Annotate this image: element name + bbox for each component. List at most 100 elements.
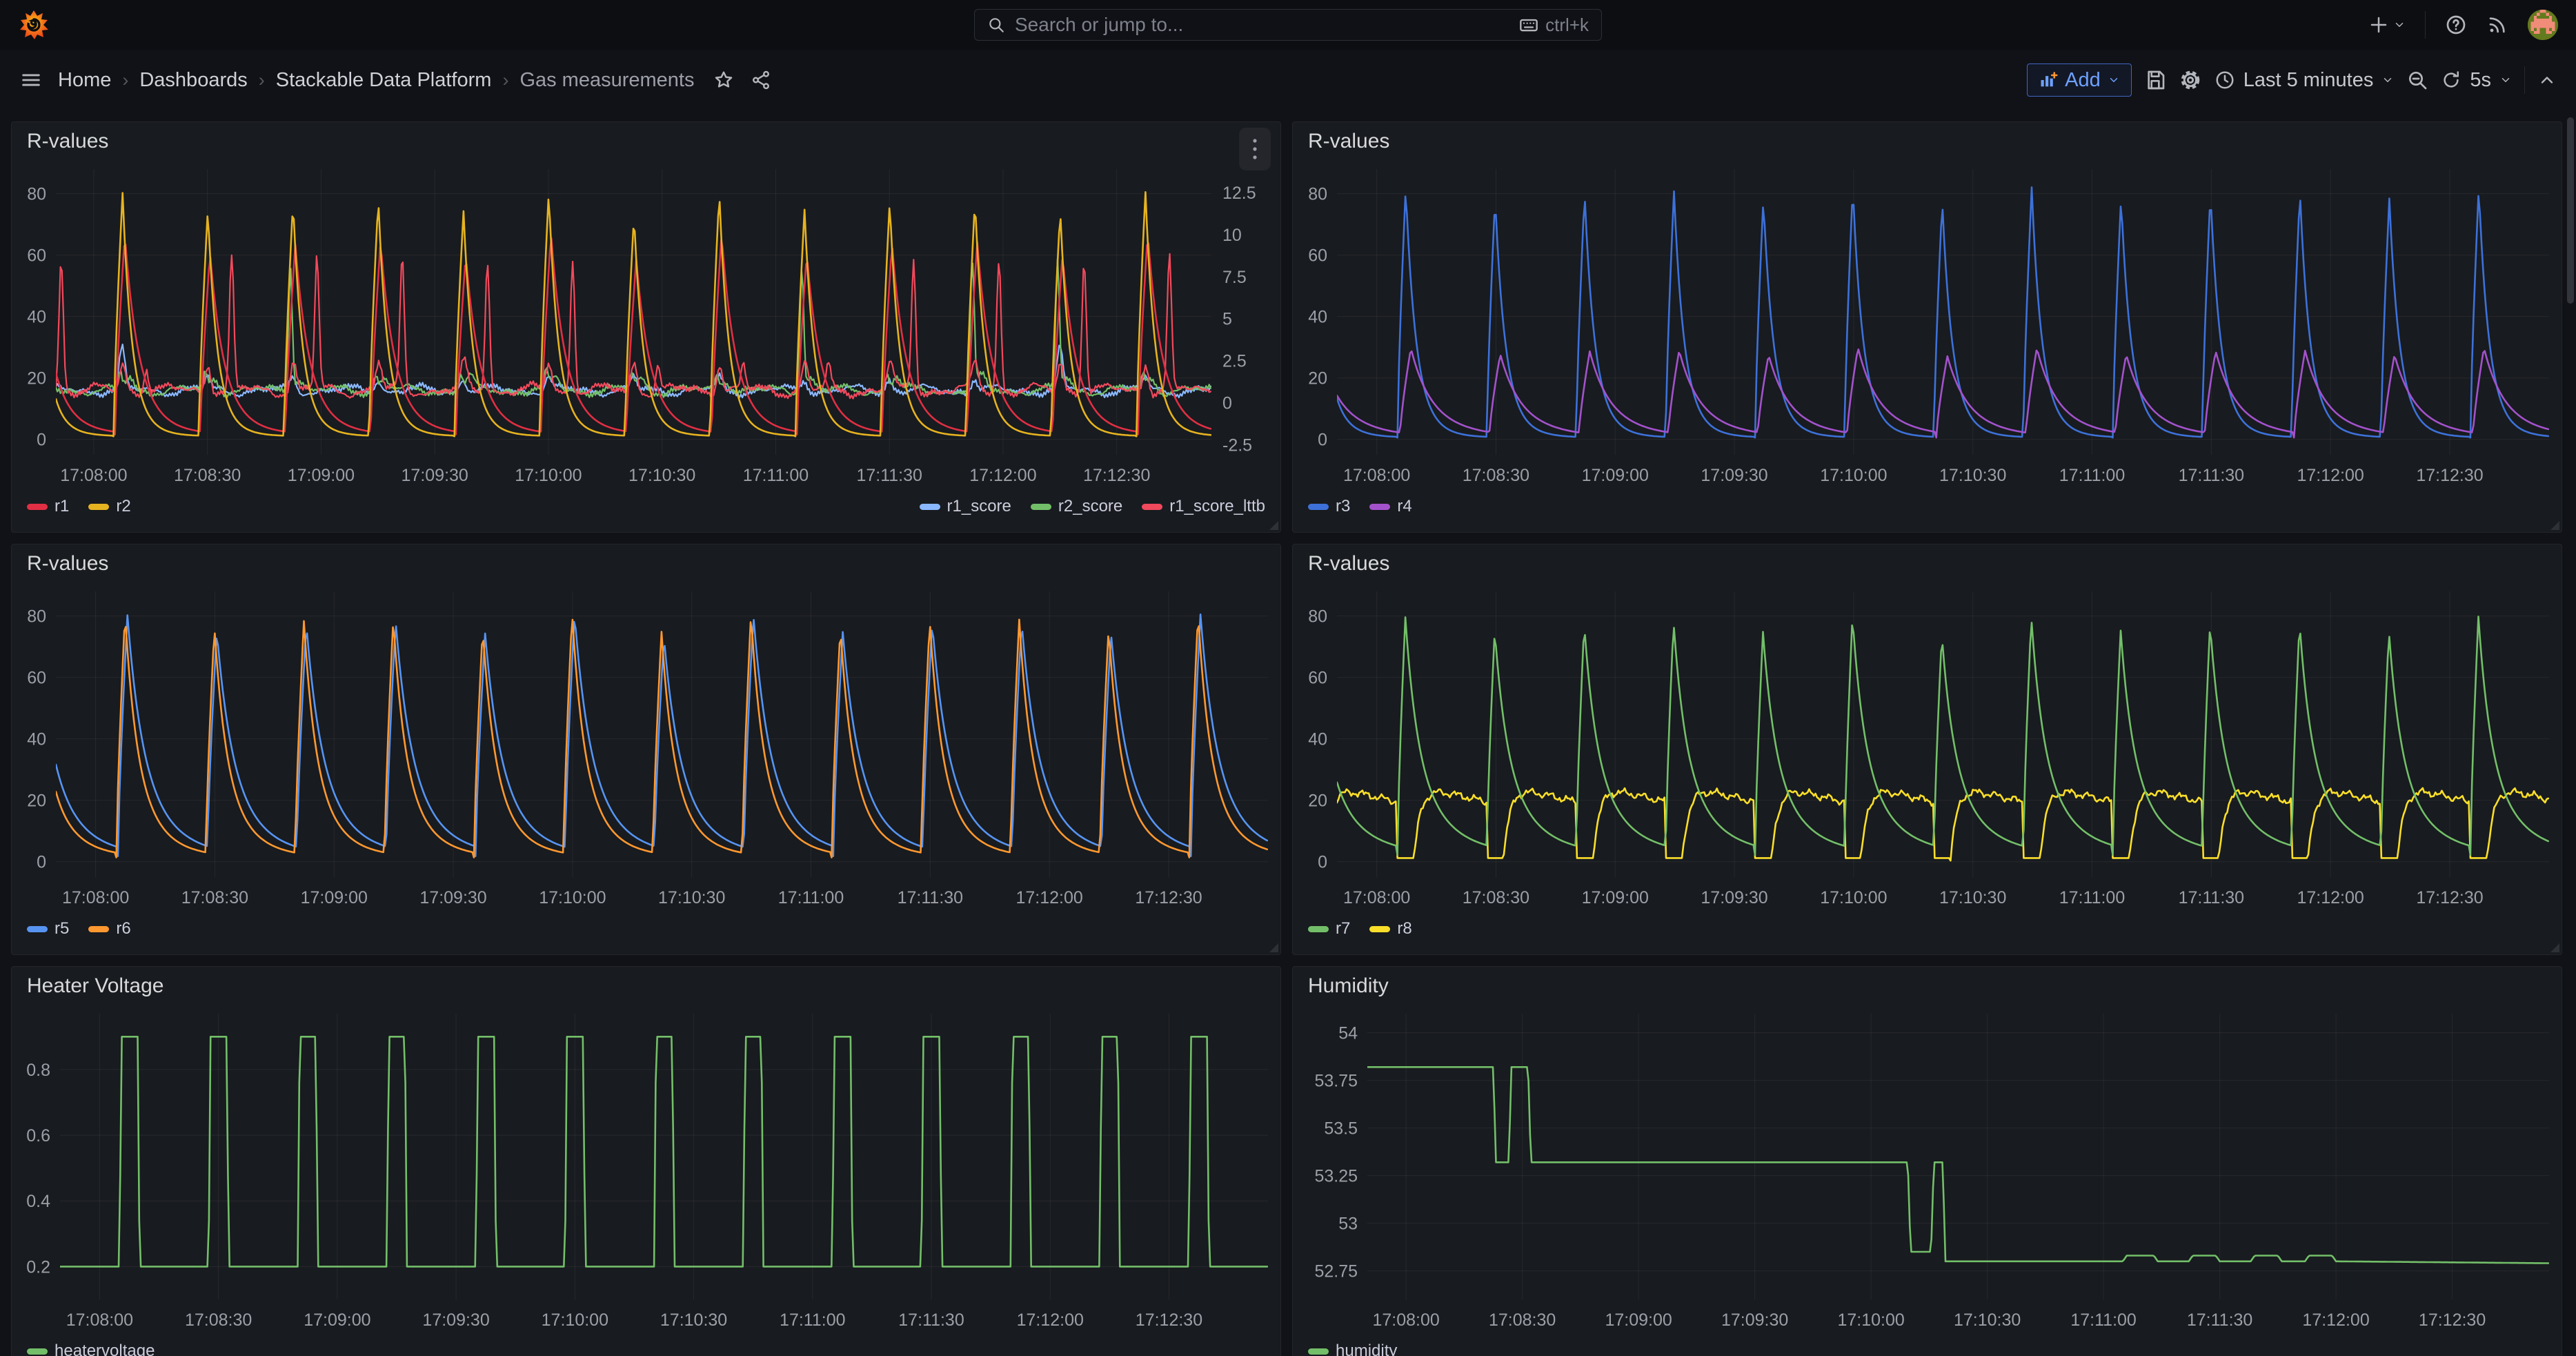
legend-item-r7[interactable]: r7 [1308, 919, 1350, 939]
svg-text:20: 20 [27, 369, 46, 389]
panel-header[interactable]: R-values [12, 544, 1280, 583]
svg-text:53.75: 53.75 [1314, 1072, 1358, 1091]
refresh-picker[interactable]: 5s [2441, 69, 2512, 92]
svg-text:17:08:30: 17:08:30 [174, 466, 241, 485]
search-input[interactable]: Search or jump to... ctrl+k [974, 9, 1602, 41]
dashboard-settings-button[interactable] [2179, 68, 2202, 92]
panel-header[interactable]: R-values [1293, 544, 2562, 583]
user-avatar[interactable] [2528, 10, 2558, 40]
legend-item-r6[interactable]: r6 [88, 919, 130, 939]
breadcrumb-separator: › [502, 70, 508, 91]
svg-text:0.4: 0.4 [26, 1192, 50, 1211]
svg-text:17:09:00: 17:09:00 [304, 1310, 370, 1330]
legend-swatch [27, 926, 48, 932]
svg-text:17:12:00: 17:12:00 [969, 466, 1036, 485]
svg-text:60: 60 [27, 246, 46, 266]
svg-text:54: 54 [1338, 1024, 1358, 1043]
legend-item-r4[interactable]: r4 [1369, 497, 1411, 516]
favorite-button[interactable] [713, 70, 734, 90]
save-dashboard-button[interactable] [2144, 69, 2166, 91]
legend-label: r2_score [1058, 497, 1122, 516]
svg-text:17:10:30: 17:10:30 [1939, 888, 2006, 907]
clock-icon [2215, 70, 2235, 90]
breadcrumb-home[interactable]: Home [58, 69, 111, 92]
panel-r-values-4: R-values 02040608017:08:0017:08:3017:09:… [1292, 544, 2562, 955]
timeseries-chart[interactable]: 02040608017:08:0017:08:3017:09:0017:09:3… [1293, 583, 2562, 912]
legend-item-r2[interactable]: r2 [88, 497, 130, 516]
chevron-down-icon [2108, 74, 2120, 86]
timeseries-chart[interactable]: 5453.7553.553.255352.7517:08:0017:08:301… [1293, 1005, 2562, 1334]
legend-item-r5[interactable]: r5 [27, 919, 69, 939]
share-button[interactable] [751, 70, 771, 90]
panel-header[interactable]: R-values [1293, 122, 2562, 161]
svg-text:17:10:00: 17:10:00 [542, 1310, 608, 1330]
svg-text:60: 60 [1308, 669, 1327, 688]
breadcrumb-dashboards[interactable]: Dashboards [139, 69, 247, 92]
breadcrumb: Home › Dashboards › Stackable Data Platf… [58, 69, 694, 92]
menu-toggle[interactable] [19, 68, 43, 92]
svg-text:80: 80 [27, 607, 46, 627]
svg-text:0: 0 [37, 431, 46, 450]
legend-label: heatervoltage [55, 1342, 155, 1356]
panel-header[interactable]: Heater Voltage [12, 967, 1280, 1005]
time-range-picker[interactable]: Last 5 minutes [2215, 69, 2395, 92]
panel-header[interactable]: Humidity [1293, 967, 2562, 1005]
legend-label: r6 [116, 919, 130, 939]
legend-item-r8[interactable]: r8 [1369, 919, 1411, 939]
svg-text:17:11:00: 17:11:00 [743, 466, 809, 485]
svg-text:20: 20 [27, 792, 46, 811]
plus-icon [2368, 14, 2389, 35]
svg-text:17:11:00: 17:11:00 [2059, 466, 2125, 485]
timeseries-chart[interactable]: 02040608017:08:0017:08:3017:09:0017:09:3… [12, 583, 1280, 912]
panel-title: Humidity [1308, 974, 1389, 998]
legend-label: r1_score [947, 497, 1011, 516]
legend-label: r7 [1336, 919, 1350, 939]
svg-text:17:10:30: 17:10:30 [628, 466, 695, 485]
svg-text:20: 20 [1308, 792, 1327, 811]
timeseries-chart[interactable]: 02040608017:08:0017:08:3017:09:0017:09:3… [12, 161, 1280, 489]
svg-text:17:09:30: 17:09:30 [402, 466, 468, 485]
panel-title: R-values [1308, 130, 1389, 153]
svg-text:17:09:30: 17:09:30 [419, 888, 486, 907]
svg-text:60: 60 [27, 669, 46, 688]
legend-item-heatervoltage[interactable]: heatervoltage [27, 1342, 155, 1356]
panel-r-values-2: R-values 02040608017:08:0017:08:3017:09:… [1292, 121, 2562, 533]
svg-text:53: 53 [1338, 1215, 1358, 1234]
svg-text:17:09:00: 17:09:00 [1582, 466, 1649, 485]
legend-item-r1_score[interactable]: r1_score [920, 497, 1011, 516]
legend-item-r2_score[interactable]: r2_score [1031, 497, 1122, 516]
svg-text:17:10:30: 17:10:30 [1939, 466, 2006, 485]
help-button[interactable] [2445, 14, 2467, 36]
legend-item-r1[interactable]: r1 [27, 497, 69, 516]
zoom-out-button[interactable] [2406, 69, 2428, 91]
svg-text:17:10:00: 17:10:00 [1820, 466, 1887, 485]
svg-text:0.2: 0.2 [26, 1257, 50, 1277]
legend-item-r1_score_lttb[interactable]: r1_score_lttb [1142, 497, 1265, 516]
top-bar: Search or jump to... ctrl+k [0, 0, 2576, 50]
new-button[interactable] [2368, 14, 2406, 35]
svg-text:0.6: 0.6 [26, 1126, 50, 1146]
svg-text:17:11:00: 17:11:00 [2070, 1310, 2136, 1330]
add-panel-icon [2039, 70, 2058, 90]
breadcrumb-folder[interactable]: Stackable Data Platform [276, 69, 492, 92]
svg-text:17:08:30: 17:08:30 [181, 888, 248, 907]
svg-text:17:12:30: 17:12:30 [1136, 1310, 1202, 1330]
legend-right-group: r1_score r2_score r1_score_lttb [920, 497, 1266, 516]
svg-text:17:12:00: 17:12:00 [1015, 888, 1082, 907]
panel-header[interactable]: R-values [12, 122, 1280, 161]
scrollbar-thumb[interactable] [2567, 117, 2574, 304]
svg-text:17:09:00: 17:09:00 [1605, 1310, 1672, 1330]
panel-legend: r1 r2 r1_score r2_score r1_score_lttb [12, 489, 1280, 532]
panel-legend: heatervoltage [12, 1334, 1280, 1356]
svg-text:17:09:00: 17:09:00 [301, 888, 368, 907]
chevron-down-icon [2393, 19, 2406, 31]
legend-item-humidity[interactable]: humidity [1308, 1342, 1397, 1356]
news-button[interactable] [2486, 14, 2508, 36]
timeseries-chart[interactable]: 0.20.40.60.817:08:0017:08:3017:09:0017:0… [12, 1005, 1280, 1334]
collapse-toolbar-button[interactable] [2537, 70, 2557, 90]
add-button[interactable]: Add [2027, 63, 2132, 97]
svg-text:17:08:00: 17:08:00 [1343, 466, 1410, 485]
legend-item-r3[interactable]: r3 [1308, 497, 1350, 516]
timeseries-chart[interactable]: 02040608017:08:0017:08:3017:09:0017:09:3… [1293, 161, 2562, 489]
grafana-logo[interactable] [18, 9, 50, 41]
